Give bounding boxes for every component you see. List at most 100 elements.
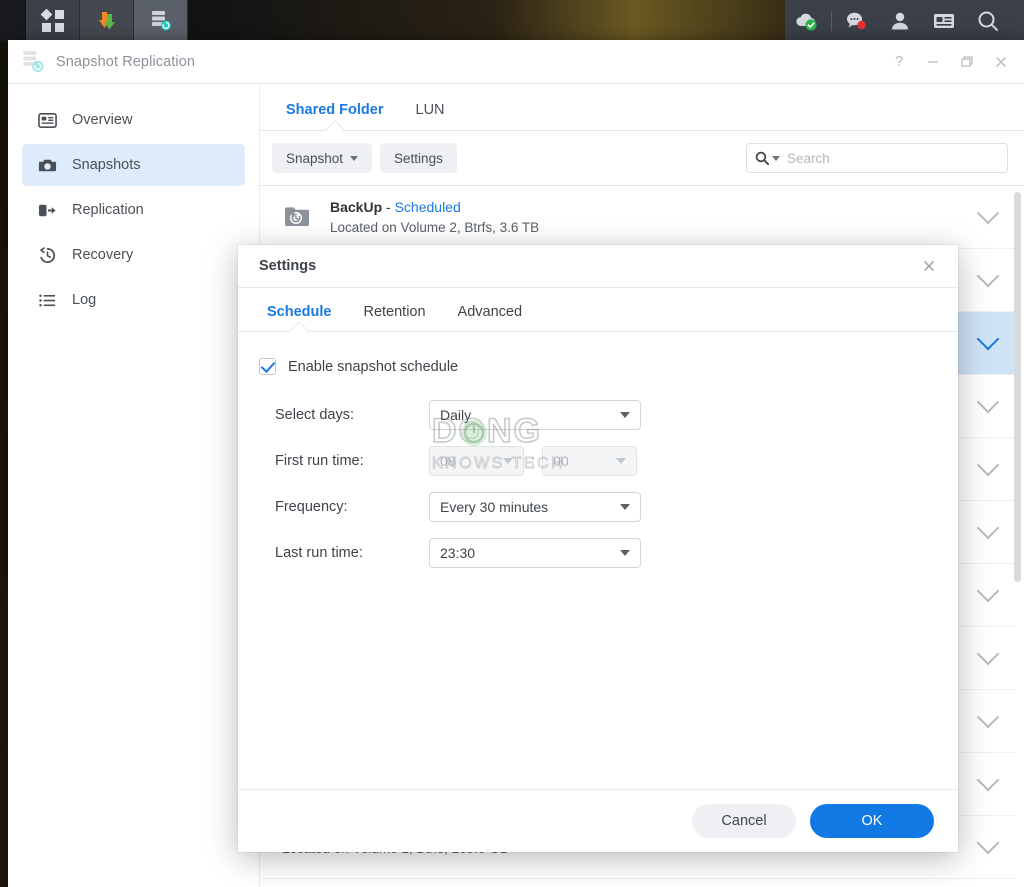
select-days-dropdown[interactable]: Daily xyxy=(429,400,641,430)
time-separator: : xyxy=(531,452,536,470)
settings-dialog: Settings Schedule Retention Advanced Ena… xyxy=(238,245,958,852)
chevron-down-icon[interactable] xyxy=(976,642,1000,666)
recovery-clock-icon xyxy=(36,244,58,266)
settings-button[interactable]: Settings xyxy=(380,143,457,173)
sidebar-item-recovery[interactable]: Recovery xyxy=(22,234,245,276)
search-input[interactable] xyxy=(787,150,999,166)
sidebar-item-log[interactable]: Log xyxy=(22,279,245,321)
overview-icon xyxy=(36,109,58,131)
notifications-icon[interactable] xyxy=(834,0,878,42)
cancel-button[interactable]: Cancel xyxy=(692,804,796,838)
chevron-down-icon xyxy=(616,458,627,464)
first-run-time-group: 08 : 00 xyxy=(429,446,638,476)
sidebar-item-snapshots[interactable]: Snapshots xyxy=(22,144,245,186)
row-status: Scheduled xyxy=(394,199,461,215)
main-menu-icon[interactable] xyxy=(26,0,80,42)
content-toolbar: Snapshot Settings xyxy=(260,131,1024,185)
sidebar-item-replication[interactable]: Replication xyxy=(22,189,245,231)
tab-shared-folder[interactable]: Shared Folder xyxy=(276,102,394,130)
cloud-status-icon[interactable] xyxy=(785,0,829,42)
sidebar: Overview Snapshots Replication Recovery … xyxy=(8,84,260,887)
chevron-down-icon[interactable] xyxy=(976,264,1000,288)
search-filter-chevron-icon[interactable] xyxy=(772,155,780,161)
search-icon[interactable] xyxy=(755,151,780,165)
sidebar-item-label: Replication xyxy=(72,202,144,218)
chevron-down-icon xyxy=(620,504,630,510)
screen: Snapshot Replication ? Overview Snapshot… xyxy=(0,0,1024,887)
first-run-time-label: First run time: xyxy=(275,453,364,469)
chevron-down-icon xyxy=(620,550,630,556)
sidebar-item-label: Snapshots xyxy=(72,157,141,173)
minimize-button[interactable] xyxy=(916,45,950,79)
window-title-bar[interactable]: Snapshot Replication ? xyxy=(8,40,1024,84)
tab-lun[interactable]: LUN xyxy=(406,102,455,130)
chevron-down-icon[interactable] xyxy=(976,201,1000,225)
enable-snapshot-schedule-checkbox[interactable] xyxy=(259,358,276,375)
chevron-down-icon xyxy=(620,412,630,418)
search-box[interactable] xyxy=(746,143,1008,173)
row-location: Located on Volume 2, Btrfs, 3.6 TB xyxy=(330,220,540,235)
chevron-down-icon[interactable] xyxy=(976,327,1000,351)
first-run-time-row: First run time: 08 : 00 xyxy=(259,443,937,479)
chevron-down-icon[interactable] xyxy=(976,705,1000,729)
frequency-dropdown[interactable]: Every 30 minutes xyxy=(429,492,641,522)
settings-button-label: Settings xyxy=(394,150,443,166)
chevron-down-icon[interactable] xyxy=(976,579,1000,603)
chevron-down-icon[interactable] xyxy=(976,516,1000,540)
snapshot-replication-icon[interactable] xyxy=(134,0,188,42)
chevron-down-icon xyxy=(350,155,359,161)
close-button[interactable] xyxy=(984,45,1018,79)
sidebar-item-label: Overview xyxy=(72,112,133,128)
row-name: BackUp xyxy=(330,199,383,215)
last-run-time-row: Last run time: 23:30 xyxy=(259,535,937,571)
dialog-tab-label: Schedule xyxy=(267,304,332,320)
taskbar-spacer xyxy=(188,0,785,42)
first-run-hour-value: 08 xyxy=(440,453,456,469)
row-text: BackUp - Scheduled Located on Volume 2, … xyxy=(330,199,980,235)
chevron-down-icon xyxy=(503,458,513,464)
search-icon[interactable] xyxy=(966,0,1010,42)
widgets-icon[interactable] xyxy=(922,0,966,42)
chevron-down-icon[interactable] xyxy=(976,831,1000,855)
last-run-time-dropdown[interactable]: 23:30 xyxy=(429,538,641,568)
help-button[interactable]: ? xyxy=(882,45,916,79)
ok-button[interactable]: OK xyxy=(810,804,934,838)
list-scrollbar[interactable] xyxy=(1014,192,1021,582)
replication-icon xyxy=(36,199,58,221)
taskbar xyxy=(0,0,1024,42)
select-days-label: Select days: xyxy=(275,407,354,423)
snapshot-folder-icon xyxy=(282,202,312,232)
frequency-label: Frequency: xyxy=(275,499,348,515)
window-title: Snapshot Replication xyxy=(56,53,196,70)
chevron-down-icon[interactable] xyxy=(976,453,1000,477)
dialog-title: Settings xyxy=(259,258,317,274)
dialog-body: Enable snapshot schedule Select days: Da… xyxy=(238,332,958,789)
download-station-icon[interactable] xyxy=(80,0,134,42)
chevron-down-icon[interactable] xyxy=(976,768,1000,792)
snapshot-dropdown-button[interactable]: Snapshot xyxy=(272,143,373,173)
snapshot-replication-app-icon xyxy=(20,49,46,75)
snapshot-button-label: Snapshot xyxy=(286,150,344,166)
camera-icon xyxy=(36,154,58,176)
maximize-button[interactable] xyxy=(950,45,984,79)
last-run-time-value: 23:30 xyxy=(440,545,476,561)
tab-retention[interactable]: Retention xyxy=(355,304,433,331)
tab-advanced[interactable]: Advanced xyxy=(450,304,531,331)
table-row[interactable]: BackUp - Scheduled Located on Volume 2, … xyxy=(260,186,1014,249)
sidebar-item-overview[interactable]: Overview xyxy=(22,99,245,141)
close-icon[interactable] xyxy=(916,253,942,279)
enable-snapshot-schedule-row[interactable]: Enable snapshot schedule xyxy=(259,358,937,375)
dialog-tab-label: Advanced xyxy=(457,304,523,320)
dialog-header: Settings xyxy=(238,245,958,288)
first-run-hour-dropdown[interactable]: 08 xyxy=(429,446,524,476)
table-row[interactable]: Media - Scheduled xyxy=(260,879,1014,887)
chevron-down-icon[interactable] xyxy=(976,390,1000,414)
taskbar-right-group xyxy=(785,0,1024,42)
first-run-minute-value: 00 xyxy=(553,453,569,469)
dialog-tabs: Schedule Retention Advanced xyxy=(238,288,958,332)
first-run-minute-dropdown[interactable]: 00 xyxy=(542,446,638,476)
sidebar-item-label: Recovery xyxy=(72,247,134,263)
dialog-tab-label: Retention xyxy=(363,304,426,320)
user-account-icon[interactable] xyxy=(878,0,922,42)
tab-schedule[interactable]: Schedule xyxy=(259,304,339,331)
